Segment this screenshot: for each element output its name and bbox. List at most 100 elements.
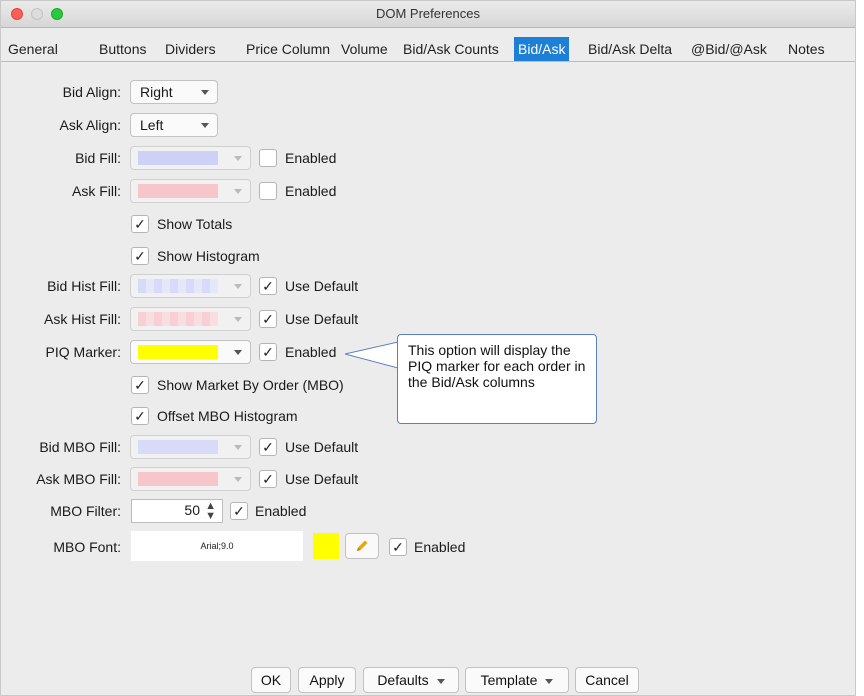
apply-button[interactable]: Apply (298, 667, 356, 693)
chevron-down-icon (234, 317, 242, 322)
offset-mbo-histogram-label: Offset MBO Histogram (157, 408, 298, 424)
ask-mbo-use-default-checkbox[interactable]: ✓ (259, 470, 277, 488)
show-mbo-checkbox[interactable]: ✓ (131, 376, 149, 394)
show-histogram-label: Show Histogram (157, 248, 260, 264)
checkmark-icon: ✓ (262, 344, 274, 360)
checkmark-icon: ✓ (233, 503, 245, 519)
chevron-down-icon (234, 284, 242, 289)
ask-mbo-fill-swatch (138, 472, 218, 486)
defaults-button[interactable]: Defaults (363, 667, 459, 693)
bid-hist-use-default-label: Use Default (285, 278, 359, 294)
bid-fill-enabled-checkbox[interactable] (259, 149, 277, 167)
checkmark-icon: ✓ (262, 278, 274, 294)
ask-mbo-use-default-label: Use Default (285, 471, 359, 487)
ask-fill-enabled-checkbox[interactable] (259, 182, 277, 200)
chevron-down-icon (234, 445, 242, 450)
chevron-down-icon (234, 156, 242, 161)
ask-align-select[interactable]: Left (130, 113, 218, 137)
mbo-filter-enabled-checkbox[interactable]: ✓ (230, 502, 248, 520)
template-button[interactable]: Template (465, 667, 569, 693)
bid-align-select[interactable]: Right (130, 80, 218, 104)
mbo-filter-stepper[interactable]: 50 ▲ ▼ (131, 499, 223, 523)
chevron-down-icon (234, 189, 242, 194)
bid-hist-fill-label: Bid Hist Fill: (47, 278, 121, 294)
dom-preferences-window: DOM Preferences General Buttons Dividers… (0, 0, 856, 696)
bid-fill-swatch (138, 151, 218, 165)
mbo-filter-enabled-label: Enabled (255, 503, 307, 519)
bid-fill-color-select[interactable] (130, 146, 251, 170)
ask-fill-color-select[interactable] (130, 179, 251, 203)
bid-hist-use-default-checkbox[interactable]: ✓ (259, 277, 277, 295)
tab-volume[interactable]: Volume (337, 37, 392, 61)
show-totals-label: Show Totals (157, 216, 233, 232)
piq-marker-enabled-checkbox[interactable]: ✓ (259, 343, 277, 361)
window-title: DOM Preferences (375, 6, 481, 21)
piq-marker-label: PIQ Marker: (45, 344, 121, 360)
tab-bid-ask[interactable]: Bid/Ask (514, 37, 570, 61)
mbo-filter-label: MBO Filter: (50, 503, 121, 519)
mbo-filter-value: 50 (184, 502, 200, 518)
piq-marker-color-select[interactable] (130, 340, 251, 364)
tab-general[interactable]: General (4, 37, 62, 61)
show-histogram-checkbox[interactable]: ✓ (131, 247, 149, 265)
bid-align-label: Bid Align: (62, 84, 121, 100)
checkmark-icon: ✓ (134, 377, 146, 393)
bid-mbo-fill-swatch (138, 440, 218, 454)
ask-hist-use-default-label: Use Default (285, 311, 359, 327)
cancel-label: Cancel (585, 672, 629, 688)
ok-button[interactable]: OK (251, 667, 291, 693)
template-label: Template (480, 672, 538, 688)
checkmark-icon: ✓ (262, 439, 274, 455)
chevron-down-icon (234, 477, 242, 482)
edit-font-button[interactable] (345, 533, 379, 559)
bid-mbo-use-default-checkbox[interactable]: ✓ (259, 438, 277, 456)
apply-label: Apply (309, 672, 345, 688)
piq-marker-callout: This option will display the PIQ marker … (397, 334, 597, 424)
ask-mbo-fill-label: Ask MBO Fill: (36, 471, 121, 487)
tab-dividers[interactable]: Dividers (161, 37, 220, 61)
mbo-font-enabled-label: Enabled (414, 539, 466, 555)
mbo-font-field[interactable]: Arial;9.0 (131, 531, 303, 561)
callout-pointer (345, 336, 405, 374)
ask-hist-fill-color-select[interactable] (130, 307, 251, 331)
show-totals-checkbox[interactable]: ✓ (131, 215, 149, 233)
show-mbo-label: Show Market By Order (MBO) (157, 377, 344, 393)
tab-at-bid-at-ask[interactable]: @Bid/@Ask (687, 37, 771, 61)
tab-notes[interactable]: Notes (784, 37, 829, 61)
offset-mbo-histogram-checkbox[interactable]: ✓ (131, 407, 149, 425)
checkmark-icon: ✓ (262, 471, 274, 487)
mbo-font-enabled-checkbox[interactable]: ✓ (389, 538, 407, 556)
checkmark-icon: ✓ (392, 539, 404, 555)
cancel-button[interactable]: Cancel (575, 667, 639, 693)
tab-bid-ask-delta[interactable]: Bid/Ask Delta (584, 37, 676, 61)
ask-align-value: Left (140, 117, 164, 133)
title-bar[interactable]: DOM Preferences (1, 1, 855, 28)
ask-align-label: Ask Align: (59, 117, 121, 133)
checkmark-icon: ✓ (134, 248, 146, 264)
checkmark-icon: ✓ (134, 408, 146, 424)
bid-mbo-use-default-label: Use Default (285, 439, 359, 455)
piq-marker-enabled-label: Enabled (285, 344, 337, 360)
bid-align-value: Right (140, 84, 173, 100)
bid-hist-fill-swatch (138, 279, 218, 293)
pencil-icon (357, 540, 368, 551)
ask-fill-label: Ask Fill: (72, 183, 121, 199)
tab-bid-ask-counts[interactable]: Bid/Ask Counts (399, 37, 503, 61)
stepper-arrows-icon[interactable]: ▲ ▼ (205, 501, 216, 522)
mbo-font-color-swatch[interactable] (313, 533, 339, 559)
tab-bar: General Buttons Dividers Price Column Vo… (1, 37, 855, 61)
ask-hist-use-default-checkbox[interactable]: ✓ (259, 310, 277, 328)
defaults-label: Defaults (377, 672, 429, 688)
chevron-down-icon (545, 678, 554, 684)
chevron-down-icon (201, 123, 209, 128)
tab-buttons[interactable]: Buttons (95, 37, 150, 61)
checkmark-icon: ✓ (134, 216, 146, 232)
bid-fill-enabled-label: Enabled (285, 150, 337, 166)
tab-divider (1, 61, 855, 62)
bid-mbo-fill-color-select[interactable] (130, 435, 251, 459)
tab-price-column[interactable]: Price Column (242, 37, 334, 61)
bid-fill-label: Bid Fill: (75, 150, 121, 166)
bid-hist-fill-color-select[interactable] (130, 274, 251, 298)
ask-hist-fill-swatch (138, 312, 218, 326)
ask-mbo-fill-color-select[interactable] (130, 467, 251, 491)
